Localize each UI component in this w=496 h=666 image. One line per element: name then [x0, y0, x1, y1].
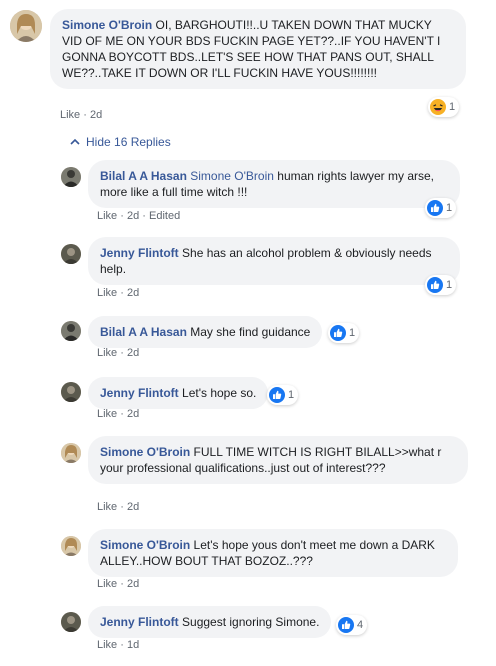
reply-text: Suggest ignoring Simone. [182, 615, 320, 629]
reply-actions: Like · 2d [97, 578, 139, 590]
separator: · [120, 408, 124, 420]
comment: Simone O'Broin OI, BARGHOUTI!!..U TAKEN … [0, 0, 496, 130]
like-icon [427, 200, 443, 216]
reply: Jenny Flintoft She has an alcohol proble… [0, 235, 496, 305]
timestamp[interactable]: 2d [127, 501, 139, 513]
like-icon [427, 277, 443, 293]
separator: · [120, 210, 124, 222]
reply-author[interactable]: Bilal A A Hasan [100, 169, 187, 183]
reaction-count[interactable]: 1 [428, 97, 460, 117]
separator: · [120, 639, 124, 651]
reply: Bilal A A Hasan Simone O'Broin human rig… [0, 155, 496, 230]
reaction-count-value: 4 [357, 619, 364, 631]
reply: Bilal A A Hasan May she find guidance 1 … [0, 313, 496, 363]
comment-bubble: Simone O'Broin OI, BARGHOUTI!!..U TAKEN … [50, 9, 466, 89]
separator: · [120, 578, 124, 590]
reaction-count[interactable]: 1 [267, 385, 299, 405]
hide-replies-label: Hide 16 Replies [86, 135, 171, 149]
reply: Simone O'Broin Let's hope yous don't mee… [0, 527, 496, 597]
timestamp[interactable]: 2d [127, 578, 139, 590]
like-link[interactable]: Like [97, 578, 117, 590]
like-icon [269, 387, 285, 403]
timestamp[interactable]: 2d [127, 210, 139, 222]
reaction-count-value: 1 [349, 327, 356, 339]
like-link[interactable]: Like [97, 210, 117, 222]
reply-actions: Like · 1d [97, 639, 139, 651]
reply-bubble: Simone O'Broin Let's hope yous don't mee… [88, 529, 458, 577]
edited-label[interactable]: Edited [149, 210, 180, 222]
reply-bubble: Bilal A A Hasan Simone O'Broin human rig… [88, 160, 460, 208]
separator: · [83, 109, 87, 121]
reply-actions: Like · 2d · Edited [97, 210, 180, 222]
comment-actions: Like · 2d [60, 109, 102, 121]
chevron-up-icon [70, 138, 80, 145]
like-icon [330, 325, 346, 341]
reaction-count[interactable]: 1 [328, 323, 360, 343]
haha-icon [430, 99, 446, 115]
like-link[interactable]: Like [97, 347, 117, 359]
avatar[interactable] [61, 321, 81, 341]
reaction-count[interactable]: 4 [336, 615, 368, 635]
avatar[interactable] [61, 167, 81, 187]
reply-actions: Like · 2d [97, 501, 139, 513]
reply-author[interactable]: Jenny Flintoft [100, 386, 179, 400]
reply: Simone O'Broin FULL TIME WITCH IS RIGHT … [0, 434, 496, 519]
avatar[interactable] [10, 10, 42, 42]
reply-actions: Like · 2d [97, 408, 139, 420]
timestamp[interactable]: 2d [127, 287, 139, 299]
reaction-count[interactable]: 1 [425, 275, 457, 295]
hide-replies-link[interactable]: Hide 16 Replies [70, 135, 171, 149]
reaction-count-value: 1 [446, 202, 453, 214]
like-link[interactable]: Like [60, 109, 80, 121]
reply-text: Let's hope so. [182, 386, 257, 400]
reply: Jenny Flintoft Suggest ignoring Simone. … [0, 604, 496, 664]
reply-author[interactable]: Jenny Flintoft [100, 615, 179, 629]
like-link[interactable]: Like [97, 501, 117, 513]
reply-bubble: Simone O'Broin FULL TIME WITCH IS RIGHT … [88, 436, 468, 484]
separator: · [120, 501, 124, 513]
separator: · [120, 347, 124, 359]
avatar[interactable] [61, 443, 81, 463]
like-link[interactable]: Like [97, 408, 117, 420]
reply-bubble: Jenny Flintoft Let's hope so. [88, 377, 269, 409]
avatar[interactable] [61, 382, 81, 402]
reaction-count[interactable]: 1 [425, 198, 457, 218]
reply-actions: Like · 2d [97, 287, 139, 299]
reaction-count-value: 1 [449, 101, 456, 113]
avatar[interactable] [61, 244, 81, 264]
reply-author[interactable]: Jenny Flintoft [100, 246, 179, 260]
like-icon [338, 617, 354, 633]
timestamp[interactable]: 1d [127, 639, 139, 651]
timestamp[interactable]: 2d [127, 347, 139, 359]
reply-author[interactable]: Simone O'Broin [100, 538, 190, 552]
avatar[interactable] [61, 536, 81, 556]
reply-bubble: Bilal A A Hasan May she find guidance [88, 316, 323, 348]
reply-bubble: Jenny Flintoft She has an alcohol proble… [88, 237, 460, 285]
comment-author[interactable]: Simone O'Broin [62, 18, 152, 32]
timestamp[interactable]: 2d [127, 408, 139, 420]
separator: · [142, 210, 146, 222]
reply-actions: Like · 2d [97, 347, 139, 359]
reply: Jenny Flintoft Let's hope so. 1 Like · 2… [0, 374, 496, 424]
reaction-count-value: 1 [446, 279, 453, 291]
separator: · [120, 287, 124, 299]
reply-bubble: Jenny Flintoft Suggest ignoring Simone. [88, 606, 332, 638]
like-link[interactable]: Like [97, 287, 117, 299]
timestamp[interactable]: 2d [90, 109, 102, 121]
reply-text: May she find guidance [190, 325, 311, 339]
mention[interactable]: Simone O'Broin [190, 169, 274, 183]
avatar[interactable] [61, 612, 81, 632]
reply-author[interactable]: Simone O'Broin [100, 445, 190, 459]
reply-author[interactable]: Bilal A A Hasan [100, 325, 187, 339]
like-link[interactable]: Like [97, 639, 117, 651]
reaction-count-value: 1 [288, 389, 295, 401]
